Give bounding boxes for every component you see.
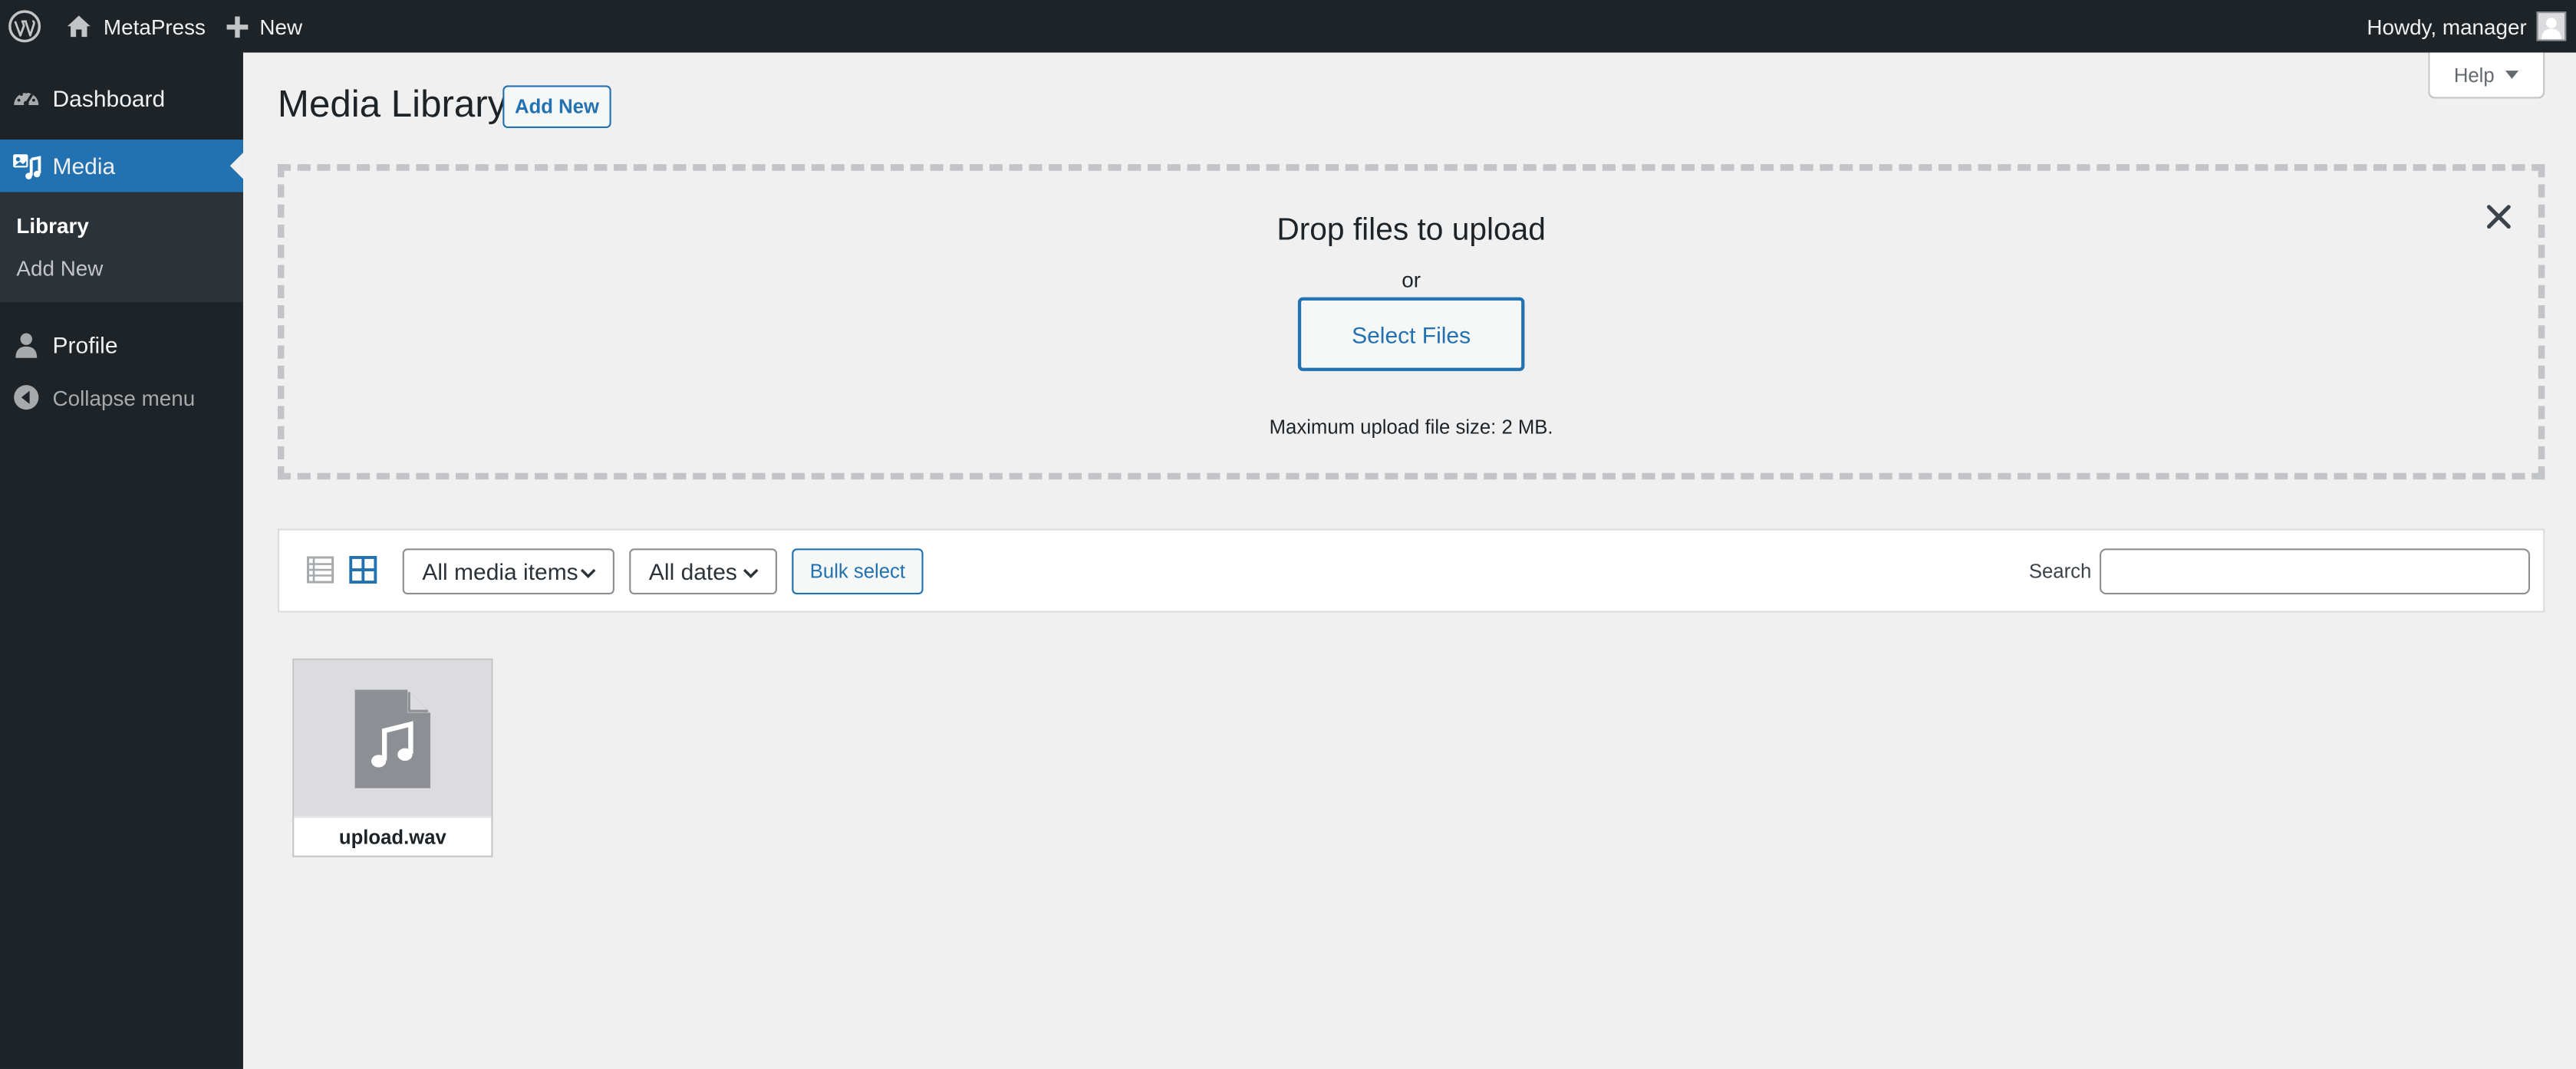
sidebar-item-profile[interactable]: Profile <box>0 318 243 371</box>
list-view-button[interactable] <box>304 554 337 587</box>
add-new-button[interactable]: Add New <box>502 85 611 129</box>
upload-or-text: or <box>1402 268 1421 293</box>
dashboard-icon <box>12 84 41 113</box>
submenu-item-add-new[interactable]: Add New <box>16 256 103 281</box>
search-label: Search <box>2028 560 2092 584</box>
media-submenu: Library Add New <box>0 192 243 302</box>
audio-file-icon <box>354 689 431 788</box>
date-filter[interactable]: All dates <box>629 548 777 595</box>
date-filter-value: All dates <box>648 558 737 585</box>
collapse-icon <box>12 383 41 413</box>
upload-dropzone[interactable]: Drop files to upload or Select Files Max… <box>277 164 2545 480</box>
my-account-link[interactable]: Howdy, manager <box>2367 0 2567 53</box>
list-view-icon <box>307 556 334 584</box>
media-toolbar: All media items All dates Bulk select Se… <box>277 528 2545 613</box>
bulk-select-button[interactable]: Bulk select <box>792 548 924 595</box>
media-type-filter[interactable]: All media items <box>402 548 614 595</box>
sidebar-item-label: Dashboard <box>52 85 166 112</box>
sidebar-item-label: Collapse menu <box>52 385 196 410</box>
site-name-link[interactable]: MetaPress <box>66 0 206 53</box>
grid-view-icon <box>349 556 377 584</box>
upload-title: Drop files to upload <box>1276 213 1546 248</box>
sidebar-item-label: Media <box>52 153 116 179</box>
sidebar-item-label: Profile <box>52 331 118 358</box>
wordpress-logo-icon <box>8 10 41 43</box>
page-title: Media Library <box>277 82 507 125</box>
new-content-link[interactable]: New <box>226 0 303 53</box>
max-upload-size-text: Maximum upload file size: 2 MB. <box>1269 415 1553 439</box>
attachment-tile[interactable]: upload.wav <box>292 658 493 857</box>
sidebar-item-dashboard[interactable]: Dashboard <box>0 72 243 125</box>
collapse-menu-button[interactable]: Collapse menu <box>0 371 243 424</box>
attachment-filename: upload.wav <box>294 816 492 856</box>
chevron-down-icon <box>743 568 759 579</box>
attachment-thumbnail <box>294 659 492 817</box>
submenu-item-library[interactable]: Library <box>16 213 88 238</box>
user-avatar-icon <box>2536 11 2567 41</box>
plus-icon <box>226 15 249 38</box>
admin-bar: MetaPress New Howdy, manager <box>0 0 2576 53</box>
grid-view-button[interactable] <box>347 554 380 587</box>
wp-logo-button[interactable] <box>8 0 41 53</box>
caret-down-icon <box>2505 71 2519 79</box>
sidebar-item-media[interactable]: Media <box>0 140 243 192</box>
site-name-label: MetaPress <box>103 14 206 39</box>
search-input[interactable] <box>2099 548 2531 595</box>
wp-admin-screen: MetaPress New Howdy, manager Dashboard M… <box>0 0 2576 1069</box>
new-label: New <box>259 14 303 39</box>
select-files-button[interactable]: Select Files <box>1297 297 1525 371</box>
chevron-down-icon <box>580 568 596 579</box>
admin-sidebar: Dashboard Media Library Add New Profile … <box>0 52 243 1069</box>
help-label: Help <box>2453 63 2495 87</box>
media-icon <box>12 151 41 181</box>
user-icon <box>12 330 41 360</box>
media-type-filter-value: All media items <box>422 558 578 585</box>
help-button[interactable]: Help <box>2428 52 2545 99</box>
howdy-label: Howdy, manager <box>2367 14 2527 39</box>
home-icon <box>67 15 91 38</box>
